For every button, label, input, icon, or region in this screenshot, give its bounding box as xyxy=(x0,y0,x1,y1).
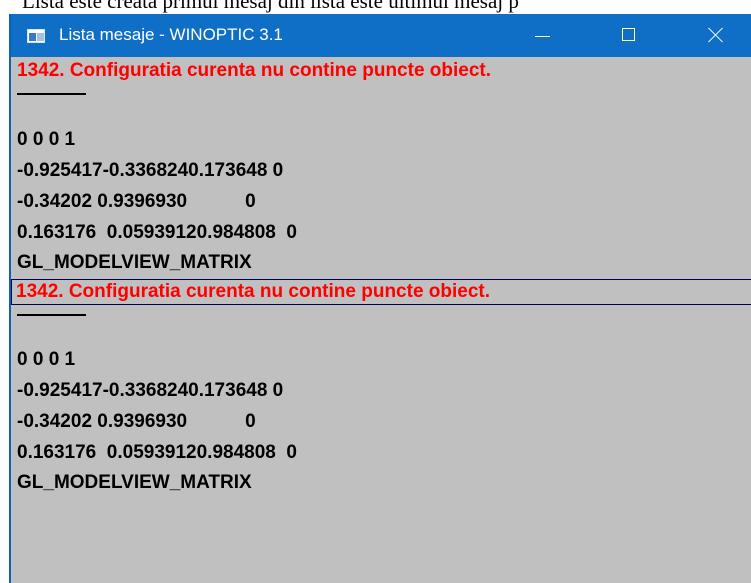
document-text-fragment: Lista este creata primul mesaj din lista… xyxy=(0,0,751,14)
minimize-button[interactable] xyxy=(513,14,571,57)
maximize-icon xyxy=(622,28,635,41)
close-icon xyxy=(708,27,724,43)
matrix-row[interactable]: -0.34202 0.9396930 0 xyxy=(17,190,256,216)
matrix-row[interactable]: 0 0 0 1 xyxy=(17,348,75,374)
matrix-row[interactable]: 0.163176 0.05939120.984808 0 xyxy=(17,441,297,467)
close-button[interactable] xyxy=(687,14,745,57)
error-message[interactable]: 1342. Configuratia curenta nu contine pu… xyxy=(17,59,491,85)
matrix-row[interactable]: -0.925417-0.3368240.173648 0 xyxy=(17,159,283,185)
matrix-row[interactable]: 0 0 0 1 xyxy=(17,128,75,154)
maximize-button[interactable] xyxy=(600,14,658,57)
message-list[interactable]: 1342. Configuratia curenta nu contine pu… xyxy=(11,57,751,583)
matrix-row[interactable]: -0.34202 0.9396930 0 xyxy=(17,410,256,436)
window-title: Lista mesaje - WINOPTIC 3.1 xyxy=(59,25,283,44)
document-text: Lista este creata primul mesaj din lista… xyxy=(22,0,519,13)
matrix-label[interactable]: GL_MODELVIEW_MATRIX xyxy=(17,471,252,497)
selected-error-message[interactable]: 1342. Configuratia curenta nu contine pu… xyxy=(11,279,751,305)
title-bar[interactable]: Lista mesaje - WINOPTIC 3.1 xyxy=(11,14,751,57)
matrix-row[interactable]: 0.163176 0.05939120.984808 0 xyxy=(17,221,297,247)
minimize-icon xyxy=(535,36,550,37)
matrix-label[interactable]: GL_MODELVIEW_MATRIX xyxy=(17,251,252,277)
message-separator xyxy=(17,93,86,95)
application-window-icon[interactable] xyxy=(27,29,45,43)
matrix-row[interactable]: -0.925417-0.3368240.173648 0 xyxy=(17,379,283,405)
message-separator xyxy=(17,314,86,316)
message-list-window: Lista mesaje - WINOPTIC 3.1 1342. Config… xyxy=(9,14,751,583)
